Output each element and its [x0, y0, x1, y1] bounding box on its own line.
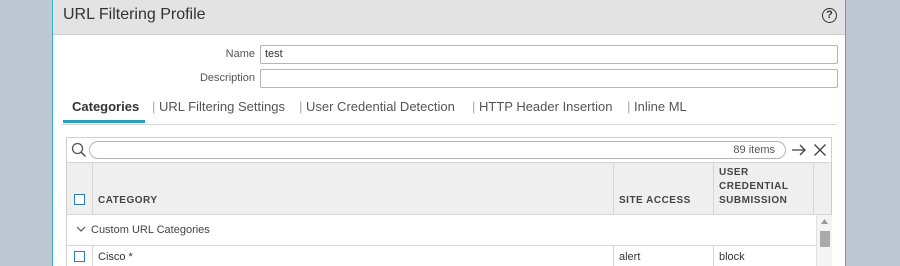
cell-user-credential-submission[interactable]: block	[719, 251, 745, 263]
dialog-title: URL Filtering Profile	[63, 6, 206, 23]
group-row-custom-url-categories[interactable]: Custom URL Categories	[67, 215, 815, 246]
column-divider	[613, 246, 614, 266]
apply-filter-arrow-icon[interactable]	[791, 143, 807, 157]
name-label: Name	[225, 48, 255, 60]
column-divider	[813, 163, 814, 214]
column-divider	[713, 246, 714, 266]
column-header-category[interactable]: CATEGORY	[98, 194, 158, 208]
cell-category[interactable]: Cisco *	[98, 251, 133, 263]
clear-filter-close-icon[interactable]	[813, 143, 827, 157]
table-row[interactable]: Cisco * alert block	[67, 246, 815, 266]
description-label: Description	[199, 72, 255, 84]
chevron-down-icon[interactable]	[76, 226, 86, 233]
dialog-titlebar: URL Filtering Profile ?	[53, 0, 845, 35]
tab-inline-ml[interactable]: Inline ML	[634, 99, 687, 114]
scroll-thumb[interactable]	[820, 231, 830, 247]
column-header-line: USER	[719, 167, 749, 178]
column-header-user-credential-submission[interactable]: USER CREDENTIAL SUBMISSION	[719, 166, 788, 208]
grid-toolbar: 89 items	[67, 138, 831, 163]
active-tab-indicator	[63, 120, 145, 123]
column-header-line: SUBMISSION	[719, 195, 788, 206]
select-all-checkbox[interactable]	[74, 194, 85, 205]
scroll-up-arrow-icon[interactable]	[820, 218, 829, 225]
description-field[interactable]	[260, 69, 838, 88]
search-icon[interactable]	[71, 142, 87, 158]
filter-input[interactable]: 89 items	[89, 141, 786, 159]
name-field[interactable]: test	[260, 45, 838, 64]
url-filtering-profile-dialog: URL Filtering Profile ? Name test Descri…	[52, 0, 846, 266]
column-divider	[613, 163, 614, 214]
column-divider	[92, 163, 93, 214]
tab-separator: |	[627, 99, 631, 114]
tab-url-filtering-settings[interactable]: URL Filtering Settings	[159, 99, 285, 114]
column-header-site-access[interactable]: SITE ACCESS	[619, 194, 691, 208]
tab-separator: |	[472, 99, 476, 114]
tab-user-credential-detection[interactable]: User Credential Detection	[306, 99, 455, 114]
cell-site-access[interactable]: alert	[619, 251, 640, 263]
grid-header-row: CATEGORY SITE ACCESS USER CREDENTIAL SUB…	[67, 163, 831, 215]
tab-http-header-insertion[interactable]: HTTP Header Insertion	[479, 99, 612, 114]
help-icon[interactable]: ?	[822, 8, 837, 23]
column-divider	[713, 163, 714, 214]
grid-scrollbar[interactable]	[816, 215, 832, 266]
categories-grid: 89 items CATEGORY SITE ACCESS USER CREDE…	[66, 137, 832, 266]
item-count: 89 items	[733, 144, 775, 156]
tab-separator: |	[299, 99, 303, 114]
tab-categories[interactable]: Categories	[72, 99, 139, 114]
profile-tabs: Categories | URL Filtering Settings | Us…	[61, 94, 837, 125]
column-divider	[92, 246, 93, 266]
tab-separator: |	[152, 99, 156, 114]
row-checkbox[interactable]	[74, 251, 85, 262]
column-header-line: CREDENTIAL	[719, 181, 789, 192]
group-label: Custom URL Categories	[91, 224, 210, 236]
